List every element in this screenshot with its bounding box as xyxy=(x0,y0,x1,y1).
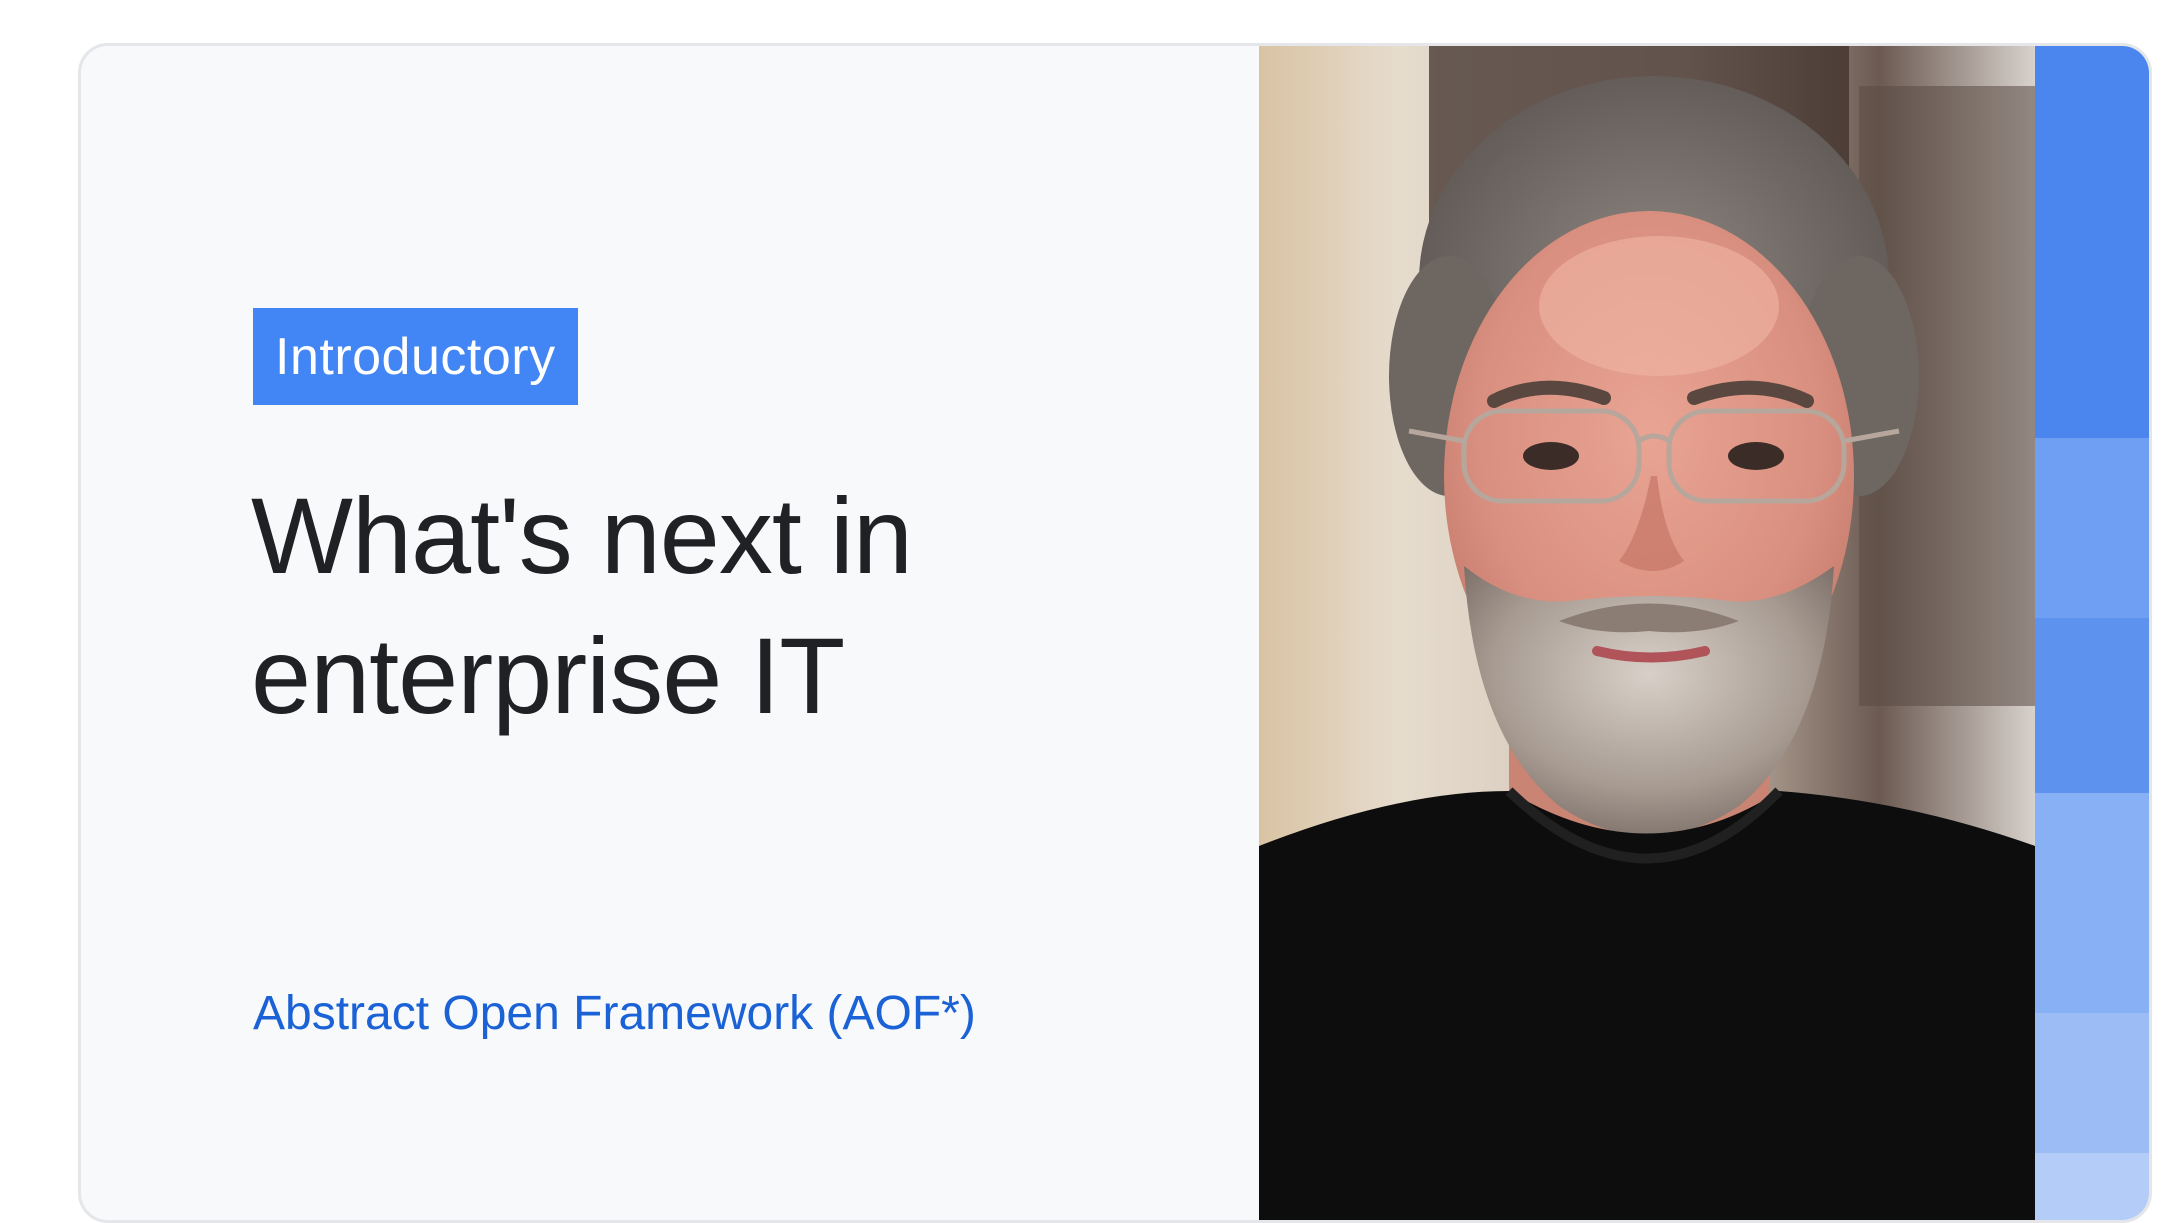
stripe xyxy=(2035,1013,2149,1153)
stripe xyxy=(2035,618,2149,793)
presenter-photo xyxy=(1259,46,2035,1220)
framework-link[interactable]: Abstract Open Framework (AOF*) xyxy=(253,986,976,1041)
course-info-panel: Introductory What's next in enterprise I… xyxy=(81,46,1259,1220)
level-badge: Introductory xyxy=(253,308,578,405)
stripe xyxy=(2035,46,2149,438)
stripe xyxy=(2035,1153,2149,1220)
decorative-color-stripes xyxy=(2035,46,2149,1220)
stripe xyxy=(2035,438,2149,618)
stripe xyxy=(2035,793,2149,1013)
course-card[interactable]: Introductory What's next in enterprise I… xyxy=(78,43,2152,1223)
level-badge-label: Introductory xyxy=(275,327,556,386)
course-title: What's next in enterprise IT xyxy=(251,475,913,736)
